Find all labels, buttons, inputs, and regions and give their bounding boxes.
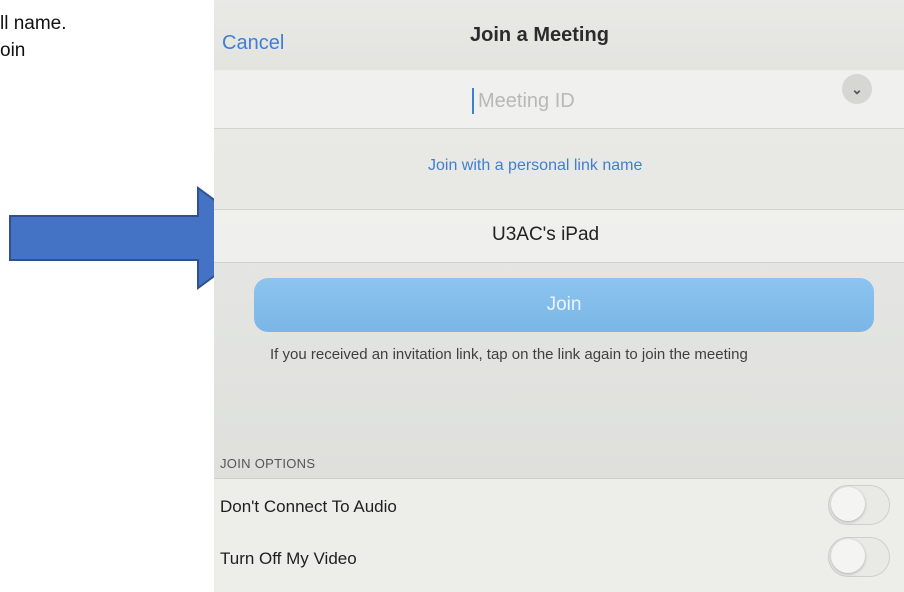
join-with-personal-link-name-link[interactable]: Join with a personal link name (428, 157, 642, 175)
cancel-button[interactable]: Cancel (222, 32, 284, 55)
toggle-knob (831, 487, 865, 521)
text-cursor (472, 88, 474, 114)
invitation-hint-text: If you received an invitation link, tap … (270, 346, 748, 363)
page-title: Join a Meeting (470, 24, 609, 46)
option-label: Turn Off My Video (220, 549, 357, 568)
video-toggle-switch[interactable] (828, 537, 890, 577)
caption-line-2: oin (0, 40, 26, 61)
chevron-down-icon[interactable]: ⌄ (842, 74, 872, 104)
join-options-header: JOIN OPTIONS (220, 456, 316, 471)
caption-line-1: ll name. (0, 13, 67, 34)
audio-toggle-switch[interactable] (828, 485, 890, 525)
zoom-join-meeting-screen: Cancel Join a Meeting Meeting ID ⌄ Join … (214, 0, 904, 592)
option-dont-connect-audio: Don't Connect To Audio (214, 478, 904, 532)
navigation-bar: Cancel Join a Meeting (214, 0, 904, 71)
display-name-input[interactable]: U3AC's iPad (214, 210, 904, 263)
option-turn-off-video: Turn Off My Video (214, 531, 904, 592)
option-label: Don't Connect To Audio (220, 497, 397, 516)
join-button[interactable]: Join (254, 278, 874, 332)
toggle-knob (831, 539, 865, 573)
screenshot-page: ll name. oin Cancel Join a Meeting Meeti… (0, 0, 904, 592)
personal-link-row[interactable]: Join with a personal link name (214, 129, 904, 210)
instruction-caption: ll name. oin (0, 10, 67, 64)
meeting-id-input[interactable]: Meeting ID (214, 70, 904, 129)
meeting-id-placeholder: Meeting ID (478, 90, 575, 112)
display-name-value: U3AC's iPad (492, 224, 600, 245)
